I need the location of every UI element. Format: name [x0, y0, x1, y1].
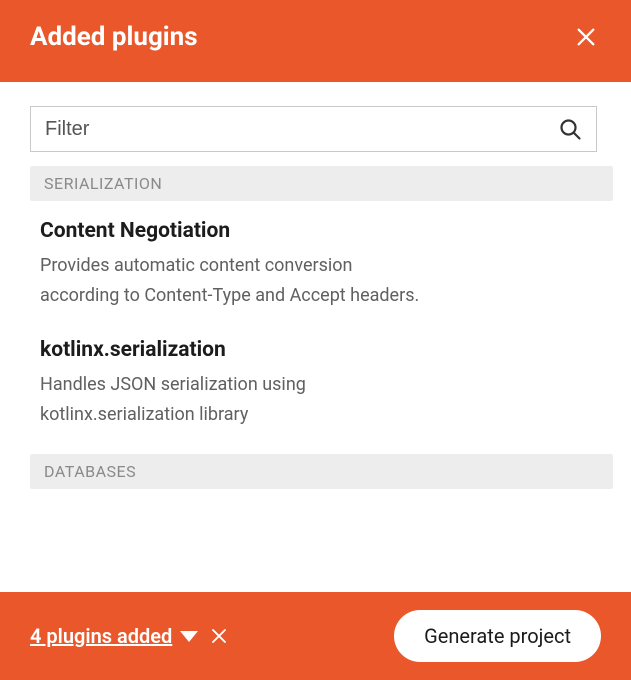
plugin-item[interactable]: kotlinx.serialization Handles JSON seria… [30, 334, 613, 453]
chevron-down-icon [180, 631, 198, 642]
plugin-description: Handles JSON serialization using kotlinx… [40, 370, 420, 429]
close-icon [575, 26, 597, 48]
footer-left: 4 plugins added [30, 624, 230, 648]
plugin-scroll-area[interactable]: SERIALIZATION Content Negotiation Provid… [30, 166, 615, 592]
close-button[interactable] [571, 22, 601, 52]
close-icon [210, 627, 228, 645]
generate-project-button[interactable]: Generate project [394, 610, 601, 662]
plugin-item[interactable]: Content Negotiation Provides automatic c… [30, 215, 613, 334]
dialog-footer: 4 plugins added Generate project [0, 592, 631, 680]
category-label: SERIALIZATION [30, 166, 613, 201]
dialog-title: Added plugins [30, 22, 198, 52]
dialog-body: SERIALIZATION Content Negotiation Provid… [0, 82, 631, 592]
plugins-added-label: 4 plugins added [30, 624, 172, 648]
filter-input[interactable] [45, 118, 558, 141]
added-plugins-dialog: Added plugins SERIALIZATION Content Nego… [0, 0, 631, 680]
plugins-added-toggle[interactable]: 4 plugins added [30, 624, 198, 648]
dialog-header: Added plugins [0, 0, 631, 82]
category-label: DATABASES [30, 454, 613, 489]
plugin-title: Content Negotiation [40, 219, 603, 243]
search-icon [558, 117, 582, 141]
filter-field-wrap [30, 106, 597, 152]
clear-plugins-button[interactable] [208, 625, 230, 647]
plugin-title: kotlinx.serialization [40, 338, 603, 362]
plugin-description: Provides automatic content conversion ac… [40, 251, 420, 310]
